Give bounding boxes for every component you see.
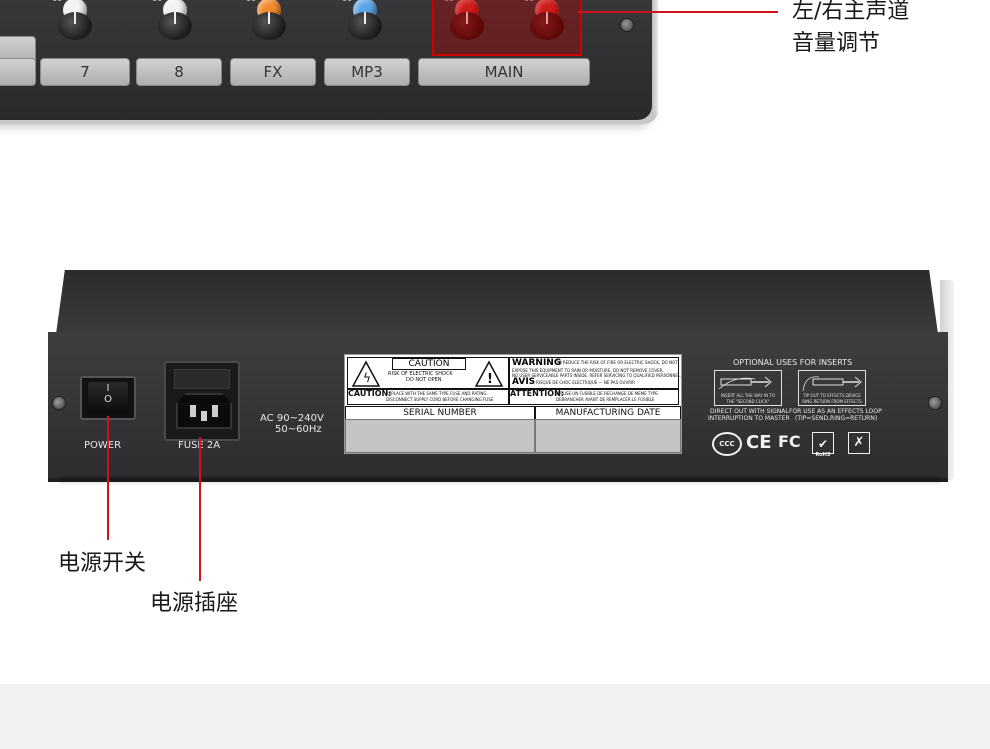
- caution-text-2: DO NOT OPEN: [406, 377, 442, 383]
- ce-mark-icon: CE: [746, 432, 772, 453]
- rear-panel-shadow: [60, 476, 940, 486]
- callout-power-socket: 电源插座: [150, 591, 239, 616]
- fcc-mark-icon: FC: [778, 432, 801, 451]
- svg-text:ϟ: ϟ: [363, 371, 371, 385]
- top-screw: [620, 18, 634, 32]
- serial-number-header: SERIAL NUMBER: [345, 406, 535, 420]
- insert-diagram-2: TIP OUT TO EFFECTS DEVICE RING RETURN FR…: [798, 370, 866, 406]
- channel-label-7: 7: [40, 58, 130, 86]
- bottom-band: [0, 684, 990, 749]
- insert-2-caption-2: (TIP=SEND,RING=RETURN): [795, 415, 878, 422]
- insert-2-caption-1: FOR USE AS AN EFFECTS LOOP: [789, 408, 882, 415]
- caution-box: ϟ ! CAUTION RISK OF ELECTRIC SHOCK DO NO…: [347, 357, 509, 389]
- avis-text: RISQUE DE CHOC ELECTRIQUE — NE PAS OUVRI…: [536, 380, 635, 385]
- ac-voltage: AC 90~240V: [260, 413, 324, 424]
- insert-diagram-2-text: TIP OUT TO EFFECTS DEVICE RING RETURN FR…: [802, 393, 862, 404]
- insert-diagram-1-text: INSERT ALL THE WAY IN TO THE "SECOND CLI…: [720, 393, 776, 404]
- callout-main-volume-line1: 左/右主声道: [792, 0, 910, 24]
- power-switch[interactable]: I O: [80, 376, 136, 420]
- manufacturing-date-field: [535, 419, 681, 453]
- warning-box: WARNING TO REDUCE THE RISK OF FIRE OR EL…: [509, 357, 682, 389]
- power-label: POWER: [84, 440, 122, 451]
- warning-text-1: TO REDUCE THE RISK OF FIRE OR ELECTRIC S…: [556, 360, 678, 365]
- callout-main-volume-line2: 音量调节: [792, 31, 881, 56]
- channel-label-main: MAIN: [418, 58, 590, 86]
- caution-fuse-text-2: DISCONNECT SUPPLY CORD BEFORE CHANGING F…: [386, 397, 494, 402]
- caution-title: CAUTION: [392, 358, 466, 370]
- warning-title: WARNING: [512, 358, 562, 368]
- channel-label-partial-left: [0, 58, 36, 86]
- safety-label: ϟ ! CAUTION RISK OF ELECTRIC SHOCK DO NO…: [344, 354, 682, 454]
- channel-label-mp3: MP3: [324, 58, 410, 86]
- callout-line-main: [578, 11, 778, 13]
- rohs-mark-icon: ✔ RoHS: [812, 432, 834, 458]
- callout-main-volume: 左/右主声道 音量调节: [792, 0, 909, 60]
- caution-fuse-bar: CAUTION: REPLACE WITH THE SAME TYPE FUSE…: [347, 389, 509, 405]
- svg-text:!: !: [487, 372, 493, 387]
- iec-inlet: [176, 393, 232, 429]
- weee-bin-icon: ✗: [848, 432, 870, 454]
- rohs-label: RoHS: [815, 452, 831, 458]
- insert-diagram-1: INSERT ALL THE WAY IN TO THE "SECOND CLI…: [714, 370, 782, 406]
- rear-screw-right: [928, 396, 942, 410]
- avis-title: AVIS: [512, 377, 536, 387]
- caution-fuse-title: CAUTION:: [348, 389, 392, 398]
- mp3-knob[interactable]: 60: [342, 0, 382, 42]
- ccc-mark-icon: CCC: [712, 432, 742, 456]
- ac-frequency: 50~60Hz: [275, 424, 322, 435]
- power-socket[interactable]: [164, 361, 240, 441]
- callout-line-power-socket: [199, 437, 201, 581]
- rear-screw-left: [52, 396, 66, 410]
- power-rocker[interactable]: I O: [88, 382, 128, 414]
- rear-panel-top: [56, 270, 938, 334]
- inserts-title: OPTIONAL USES FOR INSERTS: [733, 358, 853, 367]
- warning-text-3: NO USER SERVICEABLE PARTS INSIDE. REFER …: [512, 373, 682, 378]
- callout-power-switch: 电源开关: [58, 551, 147, 576]
- callout-line-power-switch: [107, 416, 109, 540]
- fx-knob[interactable]: 60: [246, 0, 286, 42]
- power-on-mark: I: [106, 383, 110, 394]
- insert-1-caption-2: INTERRUPTION TO MASTER: [708, 415, 790, 422]
- attention-text-2: DEBRANCHER AVANT DE REMPLACER LE FUSIBLE: [556, 397, 655, 402]
- attention-bar: ATTENTION: UTILISE UN FUSIBLE DE RECHANG…: [509, 389, 679, 405]
- main-volume-highlight: [432, 0, 582, 56]
- manufacturing-date-header: MANUFACTURING DATE: [535, 406, 681, 420]
- serial-number-field: [345, 419, 535, 453]
- channel-label-8: 8: [136, 58, 222, 86]
- insert-1-caption-1: DIRECT OUT WITH SIGNAL: [710, 408, 789, 415]
- power-off-mark: O: [104, 394, 112, 405]
- channel-8-knob[interactable]: 60: [152, 0, 192, 42]
- fuse-drawer: [174, 369, 230, 389]
- channel-7-knob[interactable]: 60: [52, 0, 92, 42]
- channel-label-fx: FX: [230, 58, 316, 86]
